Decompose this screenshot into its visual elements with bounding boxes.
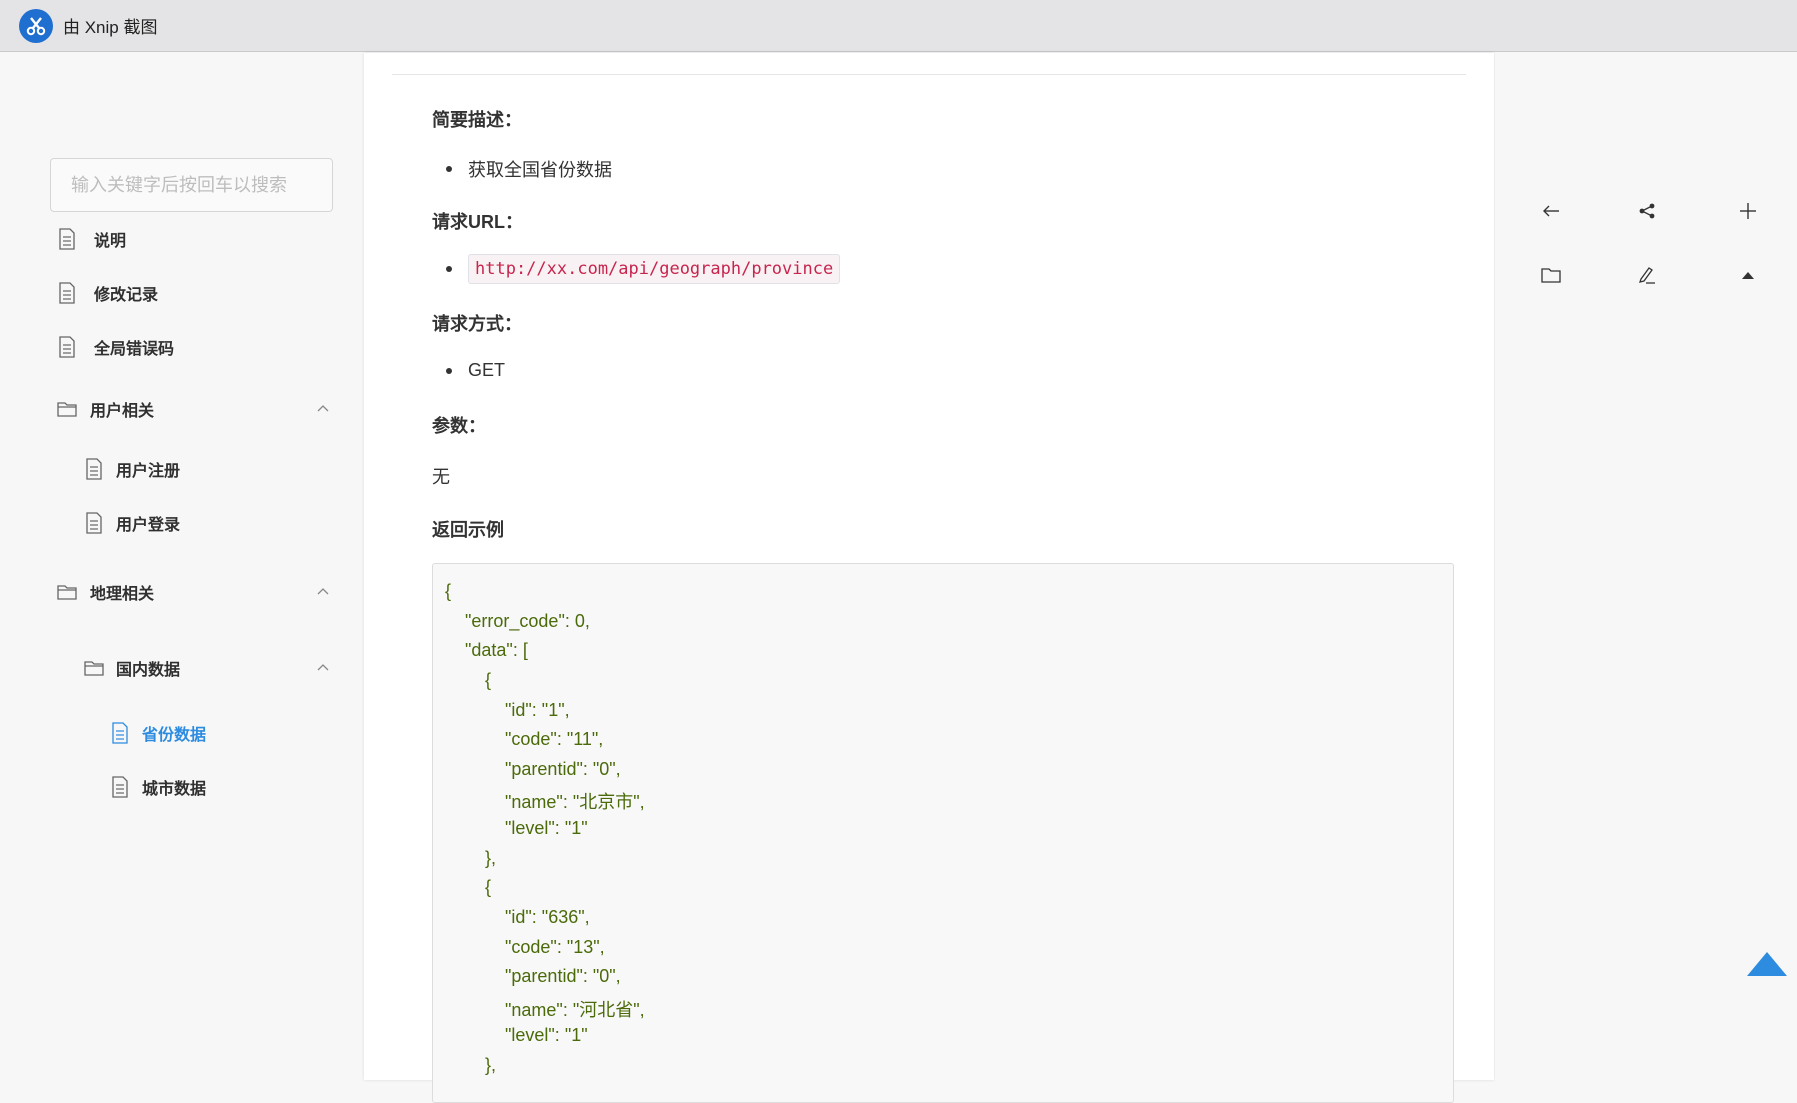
arrow-left-icon[interactable] — [1536, 196, 1566, 226]
code-line: { — [445, 581, 452, 601]
sidebar: 说明 修改记录 全局错误码 用户相关 — [0, 53, 363, 1080]
code-line: "name": "北京市", — [445, 792, 645, 812]
folder-icon — [57, 402, 77, 417]
back-to-top-icon[interactable] — [1745, 950, 1789, 978]
window-title: 由 Xnip 截图 — [63, 18, 158, 37]
document-icon — [86, 458, 102, 480]
folder-icon[interactable] — [1536, 260, 1566, 290]
sidebar-item-label: 国内数据 — [116, 662, 181, 679]
return-example-code[interactable]: { "error_code": 0, "data": [ { "id": "1"… — [432, 563, 1454, 1103]
sidebar-item-error-codes[interactable]: 全局错误码 — [57, 335, 174, 359]
code-line: "parentid": "0", — [445, 759, 621, 779]
desc-text: 获取全国省份数据 — [468, 160, 612, 180]
document-icon — [86, 512, 102, 534]
sidebar-item-label: 地理相关 — [90, 586, 155, 603]
bullet-dot — [446, 166, 452, 172]
code-line: "parentid": "0", — [445, 966, 621, 986]
sidebar-item-user-register[interactable]: 用户注册 — [84, 457, 180, 481]
sidebar-item-label: 修改记录 — [94, 287, 159, 304]
chevron-up-icon[interactable] — [316, 661, 330, 675]
folder-icon — [57, 585, 77, 600]
chevron-up-icon[interactable] — [316, 402, 330, 416]
sidebar-item-user-login[interactable]: 用户登录 — [84, 511, 180, 535]
code-line: "id": "636", — [445, 907, 590, 927]
desc-item: 获取全国省份数据 — [446, 156, 612, 182]
method-text: GET — [468, 360, 506, 380]
params-title: 参数： — [432, 416, 486, 436]
document-icon — [112, 776, 128, 798]
search-input[interactable] — [50, 158, 333, 212]
sidebar-item-label: 用户相关 — [90, 403, 155, 420]
url-item: http://xx.com/api/geograph/province — [446, 254, 841, 284]
return-title: 返回示例 — [432, 520, 504, 540]
code-line: "level": "1" — [445, 1025, 588, 1045]
code-line: "code": "13", — [445, 937, 605, 957]
url-title: 请求URL： — [432, 212, 523, 232]
doc-content: 简要描述： 获取全国省份数据 请求URL： http://xx.com/api/… — [364, 53, 1494, 1103]
document-icon — [112, 722, 128, 744]
params-text: 无 — [432, 467, 450, 487]
divider — [392, 74, 1466, 75]
sidebar-item-label: 城市数据 — [142, 781, 207, 798]
share-icon[interactable] — [1632, 196, 1662, 226]
sidebar-folder-user[interactable]: 用户相关 — [57, 397, 154, 421]
method-title: 请求方式： — [432, 314, 522, 334]
plus-icon[interactable] — [1733, 196, 1763, 226]
code-line: }, — [445, 848, 497, 868]
sidebar-item-city-data[interactable]: 城市数据 — [110, 775, 206, 799]
title-bar: 由 Xnip 截图 — [0, 0, 1797, 52]
code-line: "code": "11", — [445, 729, 604, 749]
desc-title: 简要描述： — [432, 110, 522, 130]
caret-up-icon[interactable] — [1733, 260, 1763, 290]
folder-icon — [84, 661, 104, 676]
code-line: { — [445, 670, 492, 690]
method-item: GET — [446, 360, 505, 381]
code-line: "id": "1", — [445, 700, 570, 720]
document-icon — [59, 336, 75, 358]
sidebar-item-readme[interactable]: 说明 — [57, 227, 126, 251]
code-line: "level": "1" — [445, 818, 588, 838]
bullet-dot — [446, 266, 452, 272]
sidebar-item-label: 说明 — [94, 233, 127, 250]
sidebar-item-label: 用户注册 — [116, 463, 181, 480]
sidebar-item-label: 省份数据 — [142, 727, 207, 744]
sidebar-folder-geo[interactable]: 地理相关 — [57, 580, 154, 604]
sidebar-item-label: 全局错误码 — [94, 341, 175, 358]
chevron-up-icon[interactable] — [316, 585, 330, 599]
edit-icon[interactable] — [1632, 260, 1662, 290]
code-line: }, — [445, 1055, 497, 1075]
code-line: "data": [ — [445, 640, 528, 660]
sidebar-item-province-data[interactable]: 省份数据 — [110, 721, 206, 745]
document-icon — [59, 228, 75, 250]
sidebar-item-label: 用户登录 — [116, 517, 181, 534]
xnip-logo-icon — [19, 8, 53, 43]
right-toolbar — [1495, 53, 1797, 1080]
code-line: "error_code": 0, — [445, 611, 590, 631]
code-line: "name": "河北省", — [445, 1000, 645, 1020]
code-line: { — [445, 877, 492, 897]
request-url[interactable]: http://xx.com/api/geograph/province — [468, 254, 841, 284]
bullet-dot — [446, 367, 452, 374]
document-icon — [59, 282, 75, 304]
sidebar-folder-domestic[interactable]: 国内数据 — [84, 656, 180, 680]
sidebar-item-changelog[interactable]: 修改记录 — [57, 281, 158, 305]
